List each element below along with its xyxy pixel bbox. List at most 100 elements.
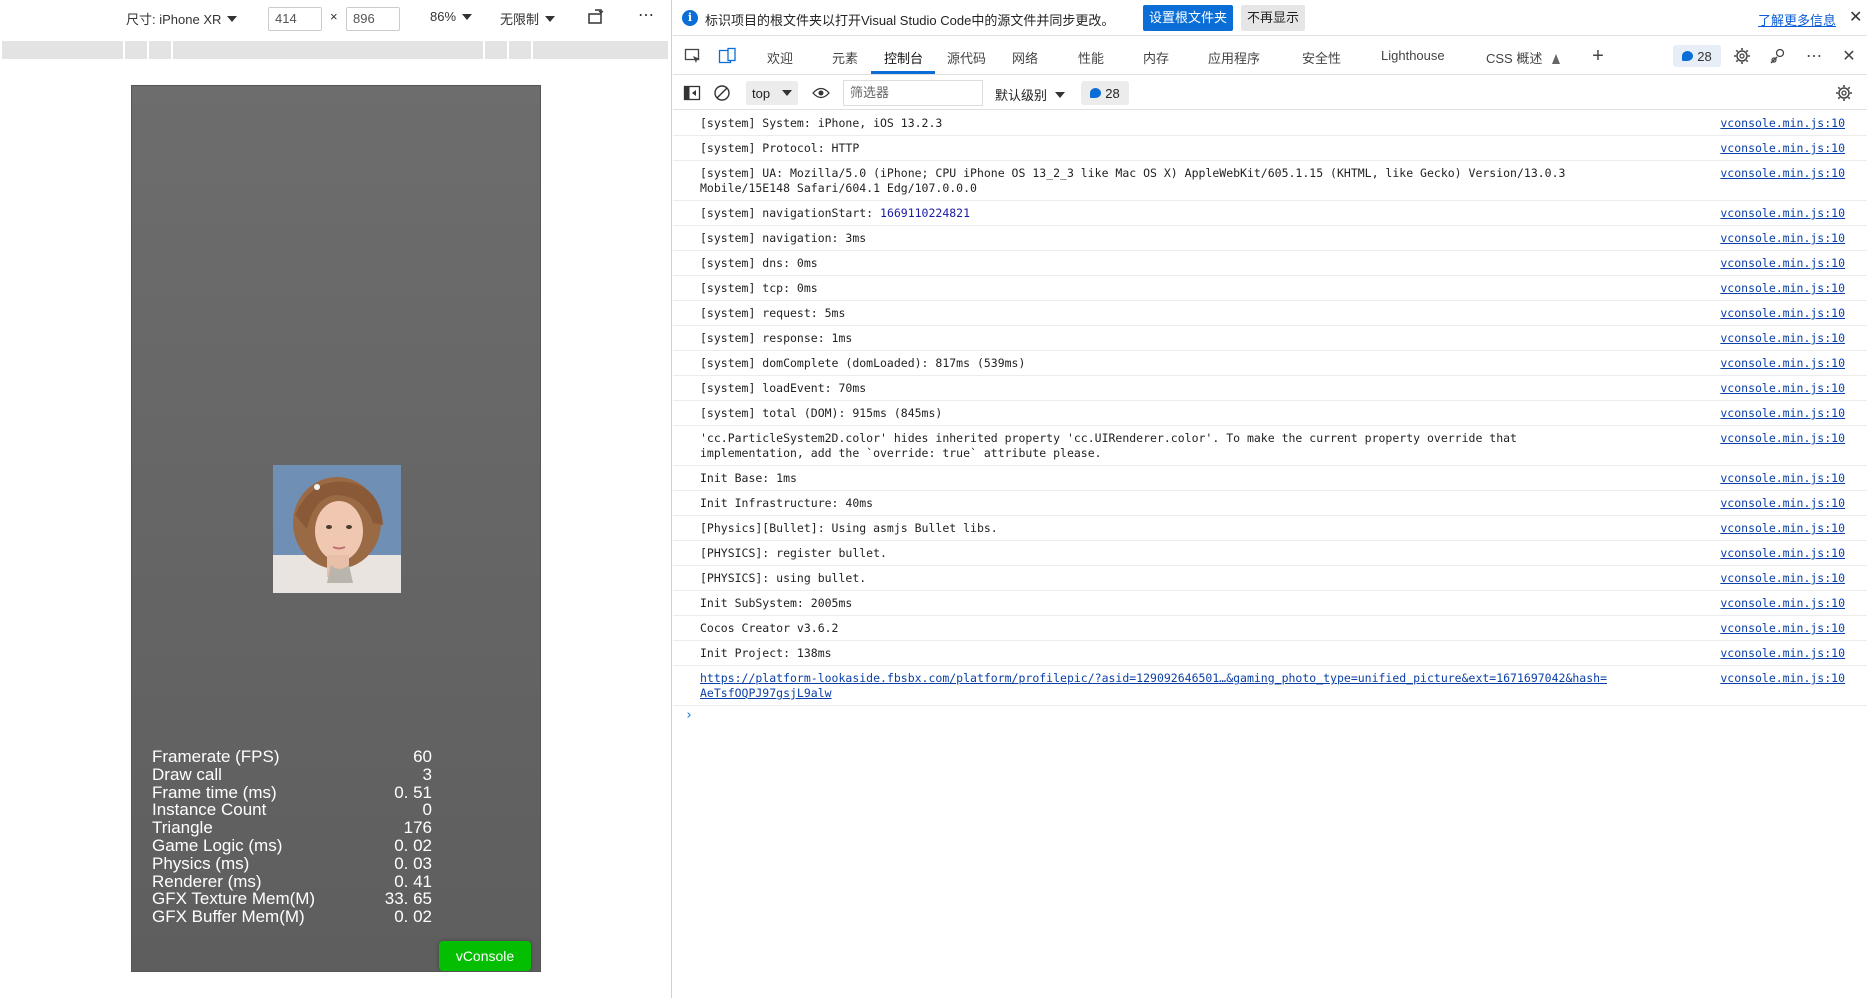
log-source-link[interactable]: vconsole.min.js:10 bbox=[1720, 671, 1845, 686]
log-row: [system] response: 1ms vconsole.min.js:10 bbox=[673, 326, 1867, 351]
context-selector[interactable]: top bbox=[746, 81, 798, 105]
log-source-link[interactable]: vconsole.min.js:10 bbox=[1720, 141, 1845, 156]
log-row: Init SubSystem: 2005ms vconsole.min.js:10 bbox=[673, 591, 1867, 616]
log-message: [Physics][Bullet]: Using asmjs Bullet li… bbox=[700, 521, 998, 535]
log-row: [system] tcp: 0ms vconsole.min.js:10 bbox=[673, 276, 1867, 301]
log-source-link[interactable]: vconsole.min.js:10 bbox=[1720, 306, 1845, 321]
log-source-link[interactable]: vconsole.min.js:10 bbox=[1720, 256, 1845, 271]
devtools-pane: i 标识项目的根文件夹以打开Visual Studio Code中的源文件并同步… bbox=[673, 0, 1867, 998]
chevron-down-icon bbox=[1055, 91, 1066, 98]
console-log: [system] System: iPhone, iOS 13.2.3 vcons… bbox=[673, 111, 1867, 723]
console-settings-gear-icon[interactable] bbox=[1833, 82, 1855, 104]
close-devtools-icon[interactable]: ✕ bbox=[1838, 45, 1860, 67]
stat-value: 0. 03 bbox=[394, 853, 432, 873]
log-source-link[interactable]: vconsole.min.js:10 bbox=[1720, 381, 1845, 396]
zoom-dropdown[interactable]: 86% bbox=[430, 9, 473, 24]
log-message: [system] loadEvent: 70ms bbox=[700, 381, 867, 395]
more-options-icon[interactable]: ⋯ bbox=[638, 5, 654, 25]
console-messages-badge[interactable]: 28 bbox=[1673, 45, 1721, 67]
issues-badge[interactable]: 28 bbox=[1081, 81, 1129, 105]
tab-network[interactable]: 网络 bbox=[1012, 48, 1038, 67]
filter-input[interactable]: 筛选器 bbox=[843, 80, 983, 106]
flask-icon bbox=[1551, 54, 1560, 64]
throttle-dropdown[interactable]: 无限制 bbox=[500, 9, 556, 28]
set-root-folder-button[interactable]: 设置根文件夹 bbox=[1143, 5, 1234, 31]
device-viewport[interactable]: Framerate (FPS) 60 Draw call 3 Frame time (m… bbox=[131, 85, 541, 972]
log-source-link[interactable]: vconsole.min.js:10 bbox=[1720, 521, 1845, 536]
log-levels-dropdown[interactable]: 默认级别 bbox=[995, 85, 1066, 104]
tab-sources[interactable]: 源代码 bbox=[947, 48, 986, 67]
log-source-link[interactable]: vconsole.min.js:10 bbox=[1720, 646, 1845, 661]
add-tab-icon[interactable]: + bbox=[1587, 45, 1609, 67]
log-row: [system] Protocol: HTTP vconsole.min.js:1… bbox=[673, 136, 1867, 161]
more-menu-icon[interactable]: ⋯ bbox=[1803, 45, 1825, 67]
log-source-link[interactable]: vconsole.min.js:10 bbox=[1720, 546, 1845, 561]
device-size-dropdown[interactable]: 尺寸: iPhone XR bbox=[126, 9, 238, 28]
log-message: Init Base: 1ms bbox=[700, 471, 797, 485]
stat-row: Draw call 3 bbox=[152, 765, 432, 784]
log-row: [PHYSICS]: using bullet. vconsole.min.js:… bbox=[673, 566, 1867, 591]
log-source-link[interactable]: vconsole.min.js:10 bbox=[1720, 621, 1845, 636]
tab-security[interactable]: 安全性 bbox=[1302, 48, 1341, 67]
stat-row: Framerate (FPS) 60 bbox=[152, 748, 432, 766]
tab-css-overview[interactable]: CSS 概述 bbox=[1486, 48, 1560, 67]
log-source-link[interactable]: vconsole.min.js:10 bbox=[1720, 406, 1845, 421]
learn-more-link[interactable]: 了解更多信息 bbox=[1758, 10, 1836, 29]
log-source-link[interactable]: vconsole.min.js:10 bbox=[1720, 571, 1845, 586]
log-message: 'cc.ParticleSystem2D.color' hides inheri… bbox=[700, 431, 1517, 460]
vconsole-button[interactable]: vConsole bbox=[439, 941, 531, 971]
stat-label: Frame time (ms) bbox=[152, 782, 277, 802]
width-input[interactable]: 414 bbox=[268, 7, 322, 31]
log-row: [Physics][Bullet]: Using asmjs Bullet li… bbox=[673, 516, 1867, 541]
stat-row: Frame time (ms) 0. 51 bbox=[152, 782, 432, 802]
tab-console[interactable]: 控制台 bbox=[884, 48, 923, 67]
dimension-separator: × bbox=[330, 9, 338, 24]
log-source-link[interactable]: vconsole.min.js:10 bbox=[1720, 596, 1845, 611]
log-source-link[interactable]: vconsole.min.js:10 bbox=[1720, 431, 1845, 446]
log-row: Init Project: 138ms vconsole.min.js:10 bbox=[673, 641, 1867, 666]
log-source-link[interactable]: vconsole.min.js:10 bbox=[1720, 166, 1845, 181]
stat-value: 0 bbox=[422, 800, 432, 820]
stat-label: Physics (ms) bbox=[152, 853, 250, 873]
stat-row: Renderer (ms) 0. 41 bbox=[152, 872, 432, 891]
log-message: [system] navigationStart: 1669110224821 bbox=[700, 206, 1700, 221]
device-toolbar-icon[interactable] bbox=[717, 45, 739, 67]
dont-show-again-button[interactable]: 不再显示 bbox=[1241, 5, 1306, 31]
log-source-link[interactable]: vconsole.min.js:10 bbox=[1720, 356, 1845, 371]
log-source-link[interactable]: vconsole.min.js:10 bbox=[1720, 231, 1845, 246]
tab-application[interactable]: 应用程序 bbox=[1208, 48, 1260, 67]
tab-lighthouse[interactable]: Lighthouse bbox=[1381, 48, 1445, 63]
tab-performance[interactable]: 性能 bbox=[1078, 48, 1104, 67]
log-source-link[interactable]: vconsole.min.js:10 bbox=[1720, 206, 1845, 221]
clear-console-icon[interactable] bbox=[711, 82, 733, 104]
tab-welcome[interactable]: 欢迎 bbox=[767, 48, 793, 67]
tab-elements[interactable]: 元素 bbox=[832, 48, 858, 67]
feedback-icon[interactable] bbox=[1767, 45, 1789, 67]
log-text: [system] navigationStart: bbox=[700, 206, 881, 220]
stat-row: GFX Buffer Mem(M) 0. 02 bbox=[152, 908, 432, 926]
height-input[interactable]: 896 bbox=[346, 7, 400, 31]
log-url-link[interactable]: https://platform-lookaside.fbsbx.com/pla… bbox=[700, 671, 1607, 700]
stat-value: 0. 51 bbox=[394, 782, 432, 802]
log-source-link[interactable]: vconsole.min.js:10 bbox=[1720, 496, 1845, 511]
chevron-down-icon bbox=[782, 90, 792, 96]
log-message: Cocos Creator v3.6.2 bbox=[700, 621, 839, 635]
close-icon[interactable]: ✕ bbox=[1849, 7, 1862, 27]
log-row: [system] UA: Mozilla/5.0 (iPhone; CPU iP… bbox=[673, 161, 1867, 201]
devtools-tabbar: 欢迎 元素 控制台 源代码 网络 性能 内存 应用程序 安全性 Lighthou… bbox=[673, 37, 1867, 75]
log-source-link[interactable]: vconsole.min.js:10 bbox=[1720, 116, 1845, 131]
inspect-element-icon[interactable] bbox=[682, 45, 704, 67]
stat-label: Game Logic (ms) bbox=[152, 835, 283, 855]
log-message: [system] request: 5ms bbox=[700, 306, 846, 320]
console-prompt[interactable]: › bbox=[685, 708, 1867, 723]
sidebar-toggle-icon[interactable] bbox=[681, 82, 703, 104]
gear-icon[interactable] bbox=[1731, 45, 1753, 67]
stat-row: Instance Count 0 bbox=[152, 801, 432, 819]
tab-memory[interactable]: 内存 bbox=[1143, 48, 1169, 67]
log-source-link[interactable]: vconsole.min.js:10 bbox=[1720, 331, 1845, 346]
log-source-link[interactable]: vconsole.min.js:10 bbox=[1720, 281, 1845, 296]
live-expression-eye-icon[interactable] bbox=[810, 82, 832, 104]
log-source-link[interactable]: vconsole.min.js:10 bbox=[1720, 471, 1845, 486]
stat-value: 0. 02 bbox=[394, 907, 432, 927]
rotate-icon[interactable] bbox=[587, 8, 607, 26]
